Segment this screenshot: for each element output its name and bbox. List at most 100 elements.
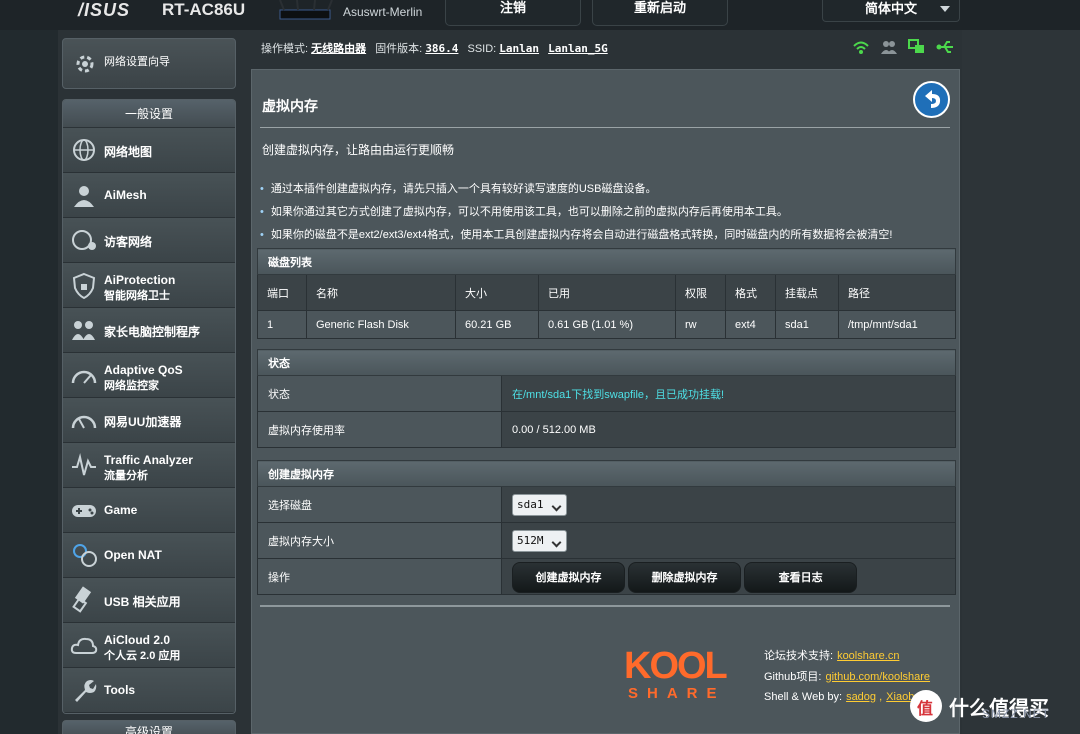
usage-label: 虚拟内存使用率 xyxy=(257,411,502,448)
swap-size-label: 虚拟内存大小 xyxy=(257,522,502,559)
reboot-button[interactable]: 重新启动 xyxy=(592,0,728,26)
sidebar-item[interactable]: AiProtection 智能网络卫士 xyxy=(63,263,235,308)
language-label: 简体中文 xyxy=(865,1,918,16)
title-divider xyxy=(260,127,950,128)
sidebar-item-sublabel: 个人云 2.0 应用 xyxy=(104,650,181,662)
note-item: 如果你的磁盘不是ext2/ext3/ext4格式，使用本工具创建虚拟内存将会自动… xyxy=(260,224,893,247)
usb-icon[interactable] xyxy=(936,39,954,55)
create-swap-table: 创建虚拟内存 选择磁盘 sda1 虚拟内存大小 512M 操作 创建虚拟内存 删… xyxy=(257,460,956,595)
sidebar-item-label: Open NAT xyxy=(104,548,162,562)
action-label: 操作 xyxy=(257,558,502,595)
main-panel: 虚拟内存 创建虚拟内存，让路由由运行更顺畅 通过本插件创建虚拟内存，请先只插入一… xyxy=(251,69,960,734)
swap-size-select[interactable]: 512M xyxy=(512,529,567,552)
language-select[interactable]: 简体中文 xyxy=(822,0,960,22)
forum-label: 论坛技术支持: xyxy=(764,650,834,662)
notes-list: 通过本插件创建虚拟内存，请先只插入一个具有较好读写速度的USB磁盘设备。 如果你… xyxy=(260,178,893,247)
sidebar-item-sublabel: 流量分析 xyxy=(104,470,148,482)
chevron-down-icon xyxy=(940,6,950,12)
status-line: 操作模式: 无线路由器 固件版本: 386.4 SSID: Lanlan Lan… xyxy=(261,40,614,56)
view-log-button[interactable]: 查看日志 xyxy=(744,562,858,593)
disk-table: 磁盘列表 端口 名称 大小 已用 权限 格式 挂载点 路径 1 Generic … xyxy=(257,248,956,339)
cell-name: Generic Flash Disk xyxy=(306,310,456,339)
status-table-title: 状态 xyxy=(257,349,956,376)
sidebar-item[interactable]: 访客网络 xyxy=(63,218,235,263)
speed-icon xyxy=(71,415,97,429)
sidebar-item-label: 网络地图 xyxy=(104,145,153,159)
mode-label: 操作模式: xyxy=(261,43,309,55)
page-description: 创建虚拟内存，让路由由运行更顺畅 xyxy=(262,143,455,157)
logout-button[interactable]: 注销 xyxy=(445,0,581,26)
cell-perm: rw xyxy=(675,310,726,339)
col-port: 端口 xyxy=(257,274,307,311)
firmware-label: 固件版本: xyxy=(375,43,423,55)
disk-select-label: 选择磁盘 xyxy=(257,486,502,523)
disk-table-title: 磁盘列表 xyxy=(257,248,956,275)
ssid-2g-link[interactable]: Lanlan xyxy=(499,42,539,55)
sidebar-item[interactable]: Open NAT xyxy=(63,533,235,578)
create-table-title: 创建虚拟内存 xyxy=(257,460,956,487)
sidebar-item-sublabel: 网络监控家 xyxy=(104,380,159,392)
firmware-link[interactable]: 386.4 xyxy=(425,42,458,55)
sidebar-item-sublabel: 智能网络卫士 xyxy=(104,290,170,302)
back-arrow-icon xyxy=(925,90,941,108)
sidebar-item[interactable]: Adaptive QoS 网络监控家 xyxy=(63,353,235,398)
sidebar-item[interactable]: AiCloud 2.0 个人云 2.0 应用 xyxy=(63,623,235,668)
cell-used: 0.61 GB (1.01 %) xyxy=(538,310,676,339)
ssid-5g-link[interactable]: Lanlan_5G xyxy=(548,42,608,55)
smzdm-logo-icon xyxy=(910,690,942,722)
sidebar-item[interactable]: 网易UU加速器 xyxy=(63,398,235,443)
disk-select[interactable]: sda1 xyxy=(512,493,567,516)
quick-setup-label: 网络设置向导 xyxy=(104,56,170,68)
credit-separator: , xyxy=(879,691,883,703)
usage-value: 0.00 / 512.00 MB xyxy=(501,411,956,448)
delete-swap-button[interactable]: 删除虚拟内存 xyxy=(628,562,742,593)
sidebar-item[interactable]: 家长电脑控制程序 xyxy=(63,308,235,353)
svg-text:SHARE: SHARE xyxy=(628,685,726,700)
github-label: Github项目: xyxy=(764,670,822,683)
status-icons xyxy=(852,39,954,55)
create-swap-button[interactable]: 创建虚拟内存 xyxy=(512,562,625,593)
sidebar-item-label: AiProtection xyxy=(104,273,176,287)
wifi-icon[interactable] xyxy=(852,39,870,55)
sidebar-item-label: 家长电脑控制程序 xyxy=(104,325,201,339)
col-used: 已用 xyxy=(538,274,676,311)
sidebar-section-title: 一般设置 xyxy=(63,100,235,128)
status-label: 状态 xyxy=(257,375,502,412)
sidebar-item[interactable]: USB 相关应用 xyxy=(63,578,235,623)
sidebar-item[interactable]: Tools xyxy=(63,668,235,713)
page-title: 虚拟内存 xyxy=(262,98,318,114)
sidebar-item[interactable]: Traffic Analyzer 流量分析 xyxy=(63,443,235,488)
sidebar-item[interactable]: 网络地图 xyxy=(63,128,235,173)
router-image-icon xyxy=(279,0,333,20)
back-button[interactable] xyxy=(913,81,950,118)
router-model: RT-AC86U xyxy=(162,0,246,19)
note-item: 如果你通过其它方式创建了虚拟内存，可以不用使用该工具，也可以删除之前的虚拟内存后… xyxy=(260,201,892,224)
guest-network-icon xyxy=(72,230,96,250)
cell-port: 1 xyxy=(257,310,307,339)
col-format: 格式 xyxy=(725,274,776,311)
sidebar-item-label: Traffic Analyzer xyxy=(104,453,193,467)
sidebar-menu: 一般设置 网络地图 AiMesh 访客网络 AiProtection 智能网络卫士家长电… xyxy=(62,99,236,714)
setup-wizard-icon xyxy=(76,55,94,73)
firmware-name: Asuswrt-Merlin xyxy=(343,5,423,19)
globe-icon xyxy=(73,139,95,161)
wrench-icon xyxy=(75,680,97,702)
col-mount: 挂载点 xyxy=(775,274,839,311)
footer-divider xyxy=(260,605,950,607)
quick-setup-button[interactable]: 网络设置向导 xyxy=(62,38,236,89)
credit-link-sadog[interactable]: sadog xyxy=(846,691,876,703)
ssid-label: SSID: xyxy=(467,43,497,55)
cell-mount: sda1 xyxy=(775,310,839,339)
forum-link[interactable]: koolshare.cn xyxy=(837,650,899,662)
sidebar-item[interactable]: AiMesh xyxy=(63,173,235,218)
sidebar-item-label: AiMesh xyxy=(104,188,147,202)
status-value: 在/mnt/sda1下找到swapfile，且已成功挂载! xyxy=(501,375,956,412)
users-icon[interactable] xyxy=(880,39,898,55)
col-perm: 权限 xyxy=(675,274,726,311)
sidebar-item-label: Tools xyxy=(104,683,136,697)
github-link[interactable]: github.com/koolshare xyxy=(825,671,930,683)
sidebar-item[interactable]: Game xyxy=(63,488,235,533)
mode-link[interactable]: 无线路由器 xyxy=(311,43,366,55)
network-icon[interactable] xyxy=(908,39,926,55)
sidebar-advanced-title: 高级设置 xyxy=(62,720,236,734)
